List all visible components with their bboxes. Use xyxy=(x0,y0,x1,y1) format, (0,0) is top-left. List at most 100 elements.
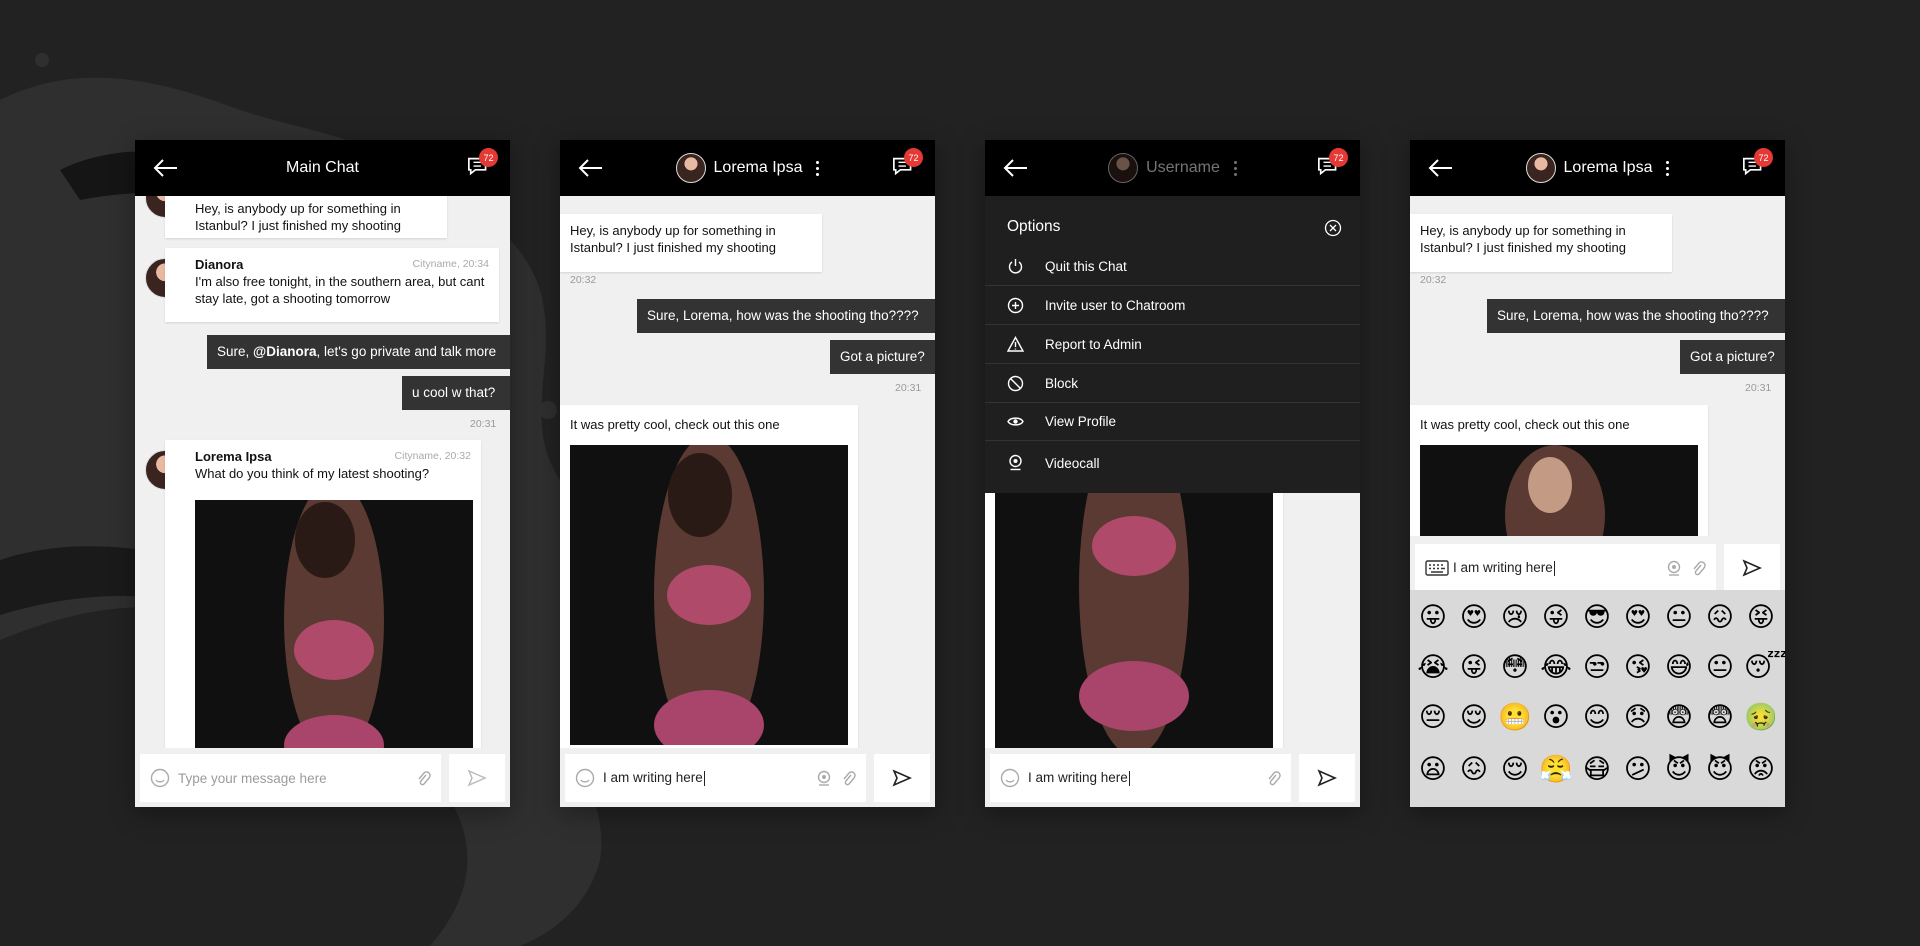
message-list[interactable]: Hey, is anybody up for something in Ista… xyxy=(135,196,510,748)
emoji[interactable]: 😈 xyxy=(1662,752,1696,786)
message-field[interactable]: I am writing here xyxy=(1415,544,1716,592)
chat-bubbles-icon[interactable]: 72 xyxy=(1316,148,1348,182)
emoji[interactable]: 😮 xyxy=(1539,700,1573,734)
back-arrow-icon[interactable] xyxy=(153,156,179,180)
emoji[interactable]: 😘 xyxy=(1621,650,1655,684)
mention[interactable]: @Dianora xyxy=(253,344,316,359)
emoji[interactable]: 😕 xyxy=(1621,752,1655,786)
emoji[interactable]: 😛 xyxy=(1416,600,1450,634)
option-quit-chat[interactable]: Quit this Chat xyxy=(985,248,1360,286)
emoji[interactable]: 😭 xyxy=(1416,650,1450,684)
more-options-icon[interactable] xyxy=(816,160,820,176)
emoji[interactable]: 😎 xyxy=(1580,600,1614,634)
emoji[interactable]: 😐 xyxy=(1662,600,1696,634)
paperclip-icon[interactable] xyxy=(1690,560,1706,577)
emoji[interactable]: 😝 xyxy=(1744,600,1778,634)
paperclip-icon[interactable] xyxy=(840,770,856,787)
smiley-icon[interactable] xyxy=(575,768,595,788)
incoming-message: Hey, is anybody up for something in Ista… xyxy=(1410,214,1672,272)
emoji[interactable]: 😖 xyxy=(1457,752,1491,786)
send-button[interactable] xyxy=(1724,544,1780,592)
option-label: Quit this Chat xyxy=(1045,259,1127,274)
back-arrow-icon[interactable] xyxy=(578,156,604,180)
emoji[interactable]: 😌 xyxy=(1498,752,1532,786)
emoji[interactable]: 😐 xyxy=(1703,650,1737,684)
avatar xyxy=(1108,153,1139,183)
message-field[interactable]: I am writing here xyxy=(565,754,866,802)
avatar xyxy=(675,153,706,183)
emoji[interactable]: 😞 xyxy=(1621,700,1655,734)
options-menu: Options Quit this Chat Invite user to Ch… xyxy=(985,196,1360,493)
emoji[interactable]: 😷 xyxy=(1580,752,1614,786)
option-label: Videocall xyxy=(1045,455,1100,471)
send-button[interactable] xyxy=(1299,754,1355,802)
emoji[interactable]: 😦 xyxy=(1416,752,1450,786)
emoji[interactable]: 😜 xyxy=(1539,600,1573,634)
message-time: 20:31 xyxy=(1745,382,1772,394)
back-arrow-icon[interactable] xyxy=(1003,156,1029,180)
emoji[interactable]: 😳 xyxy=(1498,650,1532,684)
send-button[interactable] xyxy=(874,754,930,802)
chat-bubbles-icon[interactable]: 72 xyxy=(1741,148,1773,182)
emoji[interactable]: 😍 xyxy=(1457,600,1491,634)
back-arrow-icon[interactable] xyxy=(1428,156,1454,180)
more-options-icon[interactable] xyxy=(1233,160,1237,176)
top-bar: Username 72 xyxy=(985,140,1360,196)
chat-bubbles-icon[interactable]: 72 xyxy=(466,148,498,182)
option-block[interactable]: Block xyxy=(985,365,1360,403)
more-options-icon[interactable] xyxy=(1666,160,1670,176)
smiley-icon[interactable] xyxy=(150,768,170,788)
option-label: View Profile xyxy=(1045,414,1117,429)
emoji[interactable]: 😍 xyxy=(1621,600,1655,634)
option-label: Invite user to Chatroom xyxy=(1045,298,1186,313)
webcam-icon[interactable] xyxy=(1666,560,1682,577)
message-field[interactable]: Type your message here xyxy=(140,754,441,802)
emoji[interactable]: 😊 xyxy=(1580,700,1614,734)
message-placeholder: Type your message here xyxy=(178,770,327,786)
typed-text: I am writing here xyxy=(1453,560,1553,576)
chat-header-user[interactable]: Lorema Ipsa xyxy=(675,153,820,183)
keyboard-icon[interactable] xyxy=(1425,560,1449,576)
emoji[interactable]: 😂 xyxy=(1539,650,1573,684)
chat-header-user[interactable]: Lorema Ipsa xyxy=(1525,153,1670,183)
emoji[interactable]: 😨 xyxy=(1703,700,1737,734)
message-time: 20:32 xyxy=(1420,274,1447,286)
close-icon[interactable] xyxy=(1324,219,1342,237)
emoji[interactable]: 😡 xyxy=(1744,752,1778,786)
shared-photo[interactable] xyxy=(570,445,848,745)
option-view-profile[interactable]: View Profile xyxy=(985,403,1360,441)
emoji[interactable]: 😌 xyxy=(1457,700,1491,734)
option-report-admin[interactable]: Report to Admin xyxy=(985,326,1360,364)
smiley-icon[interactable] xyxy=(1000,768,1020,788)
eye-icon xyxy=(1007,417,1024,426)
webcam-icon[interactable] xyxy=(816,770,832,787)
option-videocall[interactable]: Videocall xyxy=(985,444,1360,482)
emoji[interactable]: 😅 xyxy=(1662,650,1696,684)
shared-photo[interactable] xyxy=(1420,445,1698,536)
paperclip-icon[interactable] xyxy=(415,770,431,787)
message-text: , let's go private and talk more xyxy=(316,344,497,359)
emoji[interactable]: 😖 xyxy=(1703,600,1737,634)
emoji[interactable]: 😢 xyxy=(1498,600,1532,634)
message-field[interactable]: I am writing here xyxy=(990,754,1291,802)
message-list[interactable]: Hey, is anybody up for something in Ista… xyxy=(560,196,935,748)
chat-header-user[interactable]: Username xyxy=(1108,153,1237,183)
shared-photo[interactable] xyxy=(195,500,473,748)
emoji[interactable]: 😬 xyxy=(1498,700,1532,734)
option-invite-user[interactable]: Invite user to Chatroom xyxy=(985,287,1360,325)
emoji[interactable]: 😈 xyxy=(1703,752,1737,786)
emoji[interactable]: 😨 xyxy=(1662,700,1696,734)
message-list[interactable]: Hey, is anybody up for something in Ista… xyxy=(1410,196,1785,536)
paperclip-icon[interactable] xyxy=(1265,770,1281,787)
emoji[interactable]: 😔 xyxy=(1416,700,1450,734)
emoji[interactable]: 😒 xyxy=(1580,650,1614,684)
message-text: Sure, Lorema, how was the shooting tho??… xyxy=(647,308,919,323)
emoji[interactable]: 😤 xyxy=(1539,752,1573,786)
incoming-message: It was pretty cool, check out this one xyxy=(1410,405,1708,536)
chat-bubbles-icon[interactable]: 72 xyxy=(891,148,923,182)
emoji[interactable]: 🤢 xyxy=(1744,700,1778,734)
emoji-picker: 😛 😍 😢 😜 😎 😍 😐 😖 😝 😭 😜 😳 😂 😒 😘 😅 😐 😴 😔 😌 … xyxy=(1410,590,1785,807)
emoji[interactable]: 😜 xyxy=(1457,650,1491,684)
emoji[interactable]: 😴 xyxy=(1744,650,1785,684)
send-button[interactable] xyxy=(449,754,505,802)
